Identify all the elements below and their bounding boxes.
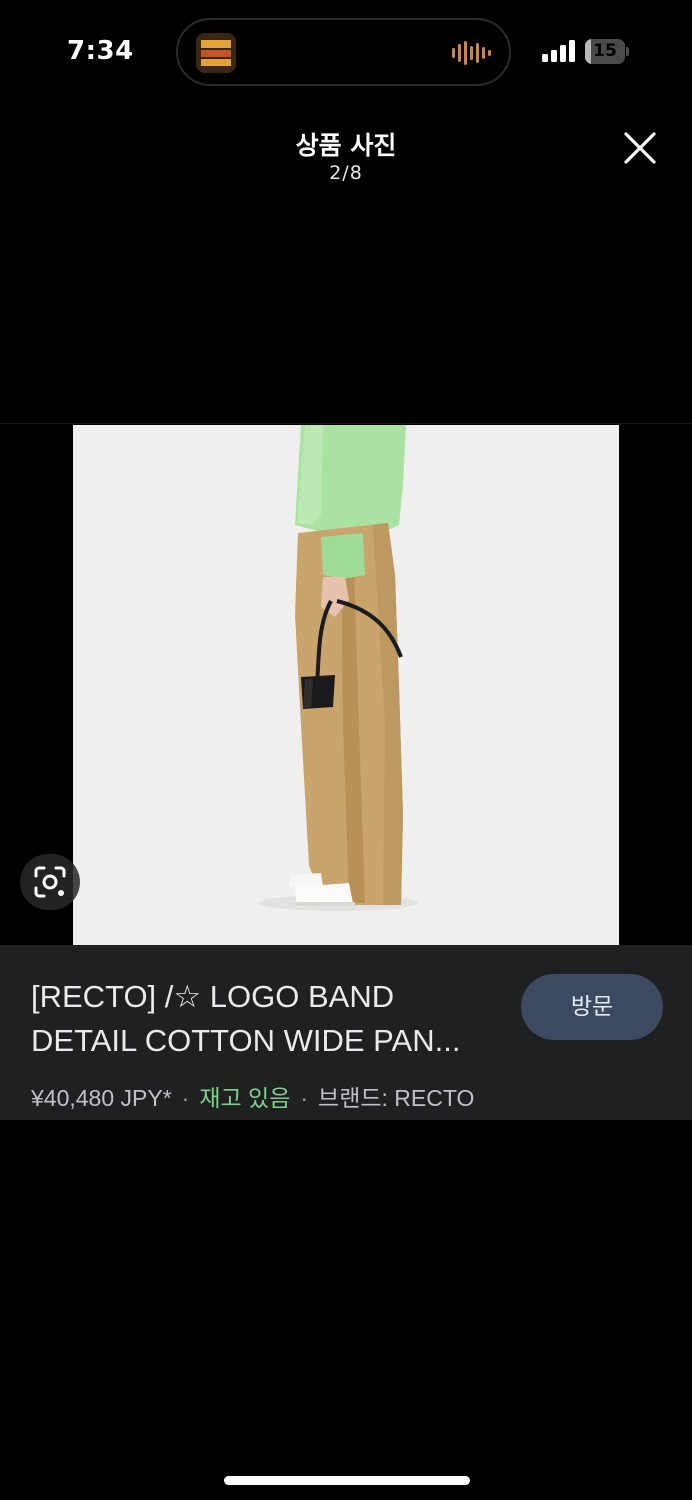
stock-status: 재고 있음 bbox=[199, 1085, 291, 1111]
battery-icon: 15 bbox=[585, 39, 629, 64]
product-info-panel: [RECTO] /☆ LOGO BAND DETAIL COTTON WIDE … bbox=[0, 945, 692, 1120]
lens-search-button[interactable] bbox=[20, 854, 80, 910]
visit-button[interactable]: 방문 bbox=[521, 974, 663, 1040]
product-title[interactable]: [RECTO] /☆ LOGO BAND DETAIL COTTON WIDE … bbox=[31, 975, 511, 1063]
page-title: 상품 사진 bbox=[295, 131, 397, 160]
dynamic-island[interactable] bbox=[176, 18, 511, 86]
product-meta: ¥40,480 JPY* · 재고 있음 · 브랜드: RECTO bbox=[31, 1079, 474, 1113]
image-divider bbox=[0, 423, 692, 424]
cellular-signal-icon bbox=[542, 40, 576, 66]
close-icon bbox=[624, 132, 656, 164]
home-indicator[interactable] bbox=[224, 1476, 470, 1485]
app-thumbnail-icon bbox=[196, 33, 236, 73]
status-time: 7:34 bbox=[67, 36, 134, 66]
product-photo[interactable] bbox=[73, 425, 619, 945]
battery-percentage: 15 bbox=[593, 41, 617, 61]
audio-waveform-icon bbox=[451, 40, 491, 70]
product-price: ¥40,480 JPY* bbox=[31, 1085, 172, 1111]
product-title-line-1: [RECTO] /☆ LOGO BAND bbox=[31, 979, 395, 1014]
separator: · bbox=[181, 1085, 190, 1111]
close-button[interactable] bbox=[620, 128, 660, 168]
product-brand: 브랜드: RECTO bbox=[318, 1085, 475, 1111]
product-title-line-2: DETAIL COTTON WIDE PAN... bbox=[31, 1023, 461, 1058]
lens-search-icon bbox=[34, 866, 66, 898]
image-counter: 2/8 bbox=[329, 162, 363, 184]
separator: · bbox=[300, 1085, 309, 1111]
